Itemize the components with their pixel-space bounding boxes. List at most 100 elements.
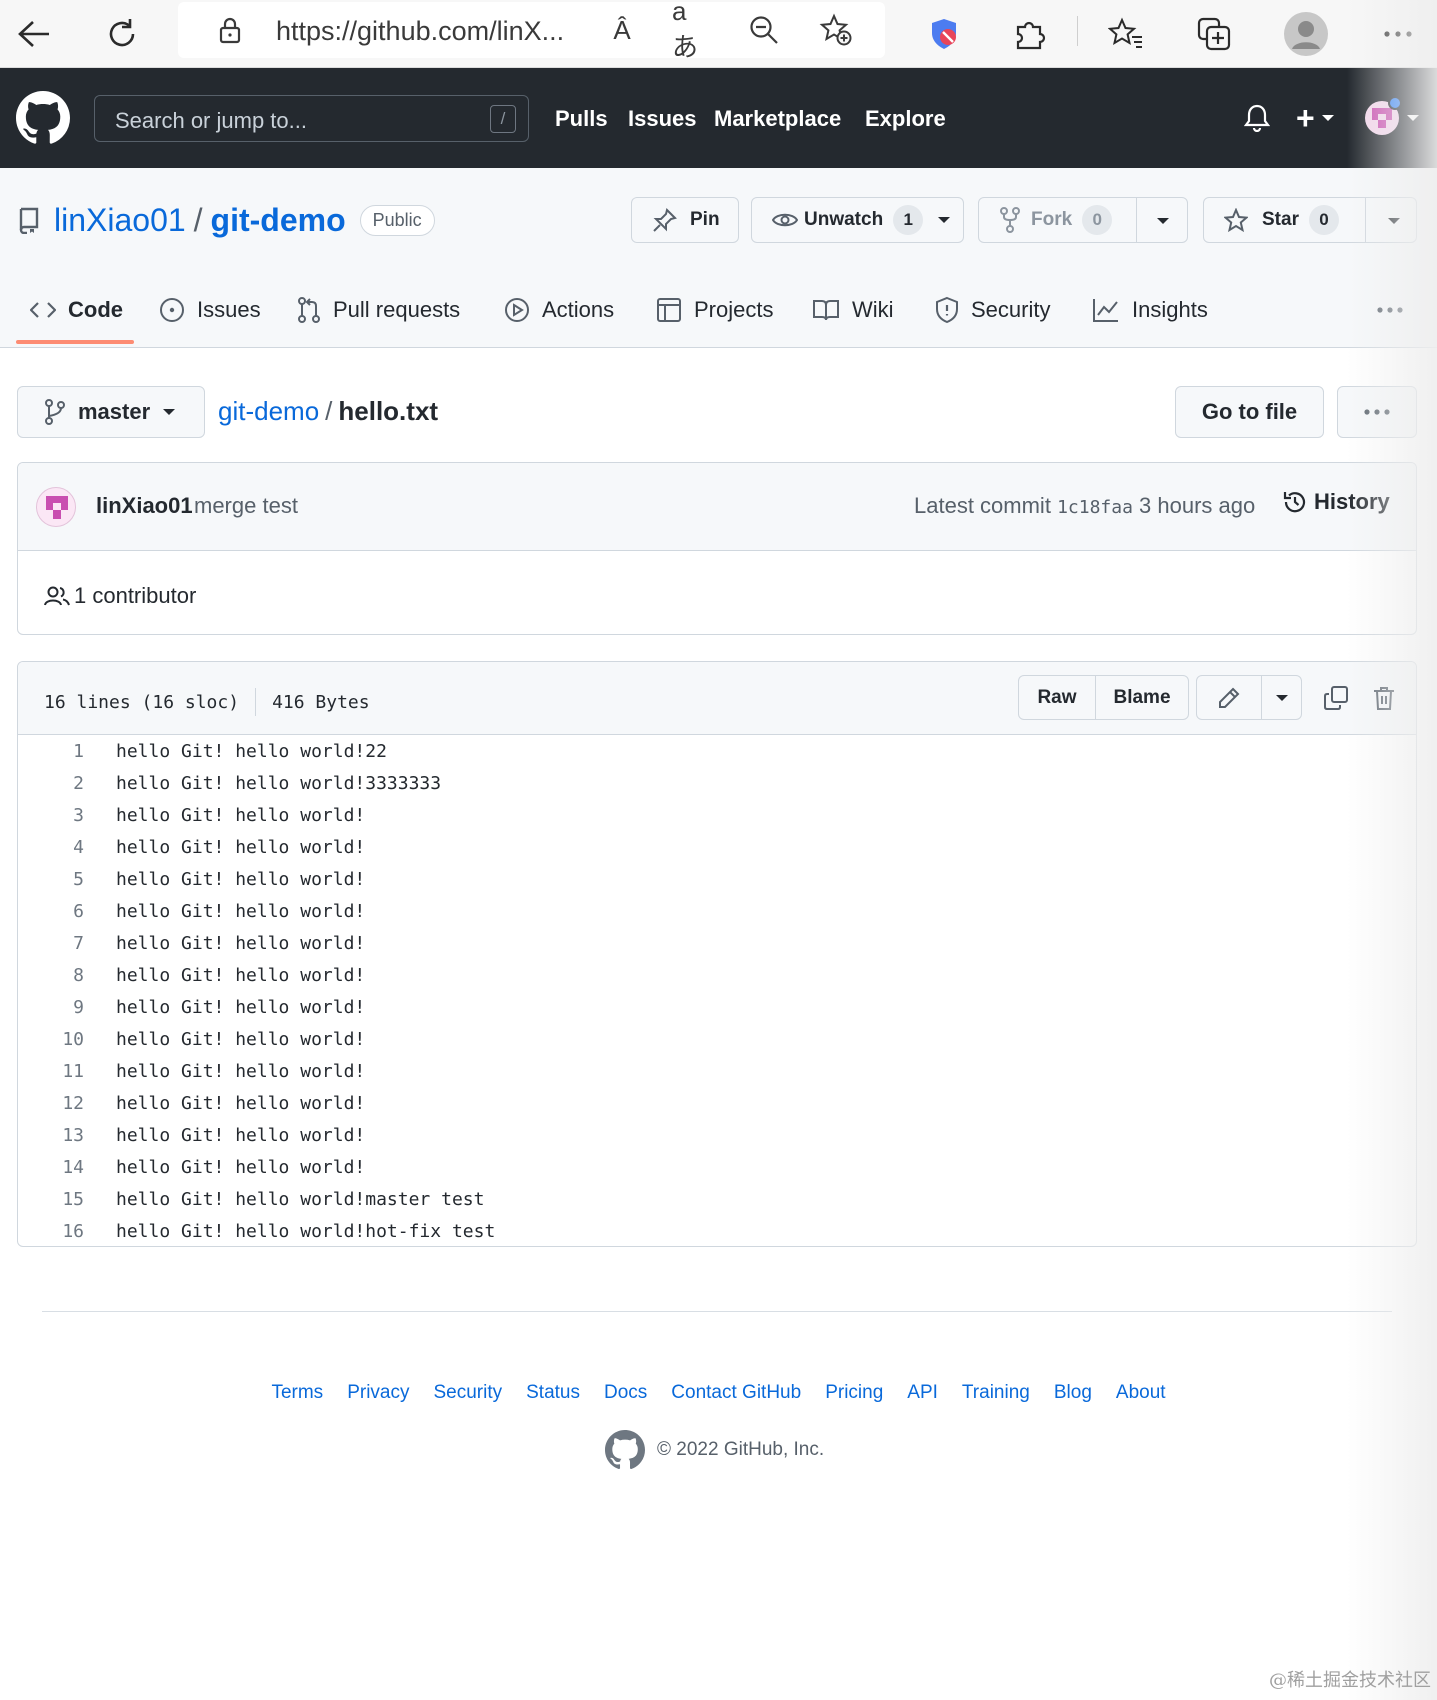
footer-link-blog[interactable]: Blog [1054, 1382, 1092, 1404]
line-number[interactable]: 8 [18, 965, 84, 986]
star-button[interactable]: Star 0 [1203, 197, 1417, 243]
tab-wiki[interactable]: Wiki [812, 272, 894, 348]
edit-file-button[interactable] [1197, 676, 1261, 719]
collections-icon[interactable] [1188, 8, 1240, 60]
line-number[interactable]: 5 [18, 869, 84, 890]
nav-marketplace[interactable]: Marketplace [714, 106, 841, 132]
footer-link-pricing[interactable]: Pricing [825, 1382, 883, 1404]
footer-link-docs[interactable]: Docs [604, 1382, 647, 1404]
line-number[interactable]: 3 [18, 805, 84, 826]
pin-button[interactable]: Pin [631, 197, 739, 243]
code-line: 2 hello Git! hello world!3333333 [18, 767, 1416, 799]
go-to-file-button[interactable]: Go to file [1175, 386, 1324, 438]
read-aloud-icon[interactable]: Â [602, 12, 642, 48]
extension-shield-icon[interactable] [918, 8, 970, 60]
fork-button[interactable]: Fork 0 [978, 197, 1188, 243]
tab-issues[interactable]: Issues [159, 272, 261, 348]
tab-pull-requests[interactable]: Pull requests [297, 272, 460, 348]
user-avatar-menu[interactable] [1364, 96, 1420, 140]
back-icon[interactable] [8, 8, 60, 60]
author-avatar[interactable] [36, 487, 76, 527]
file-header: 16 lines (16 sloc) 416 Bytes Raw Blame [18, 662, 1416, 735]
line-content: hello Git! hello world!hot-fix test [116, 1220, 496, 1242]
commit-author-link[interactable]: linXiao01 [96, 493, 193, 519]
lock-icon[interactable] [210, 12, 250, 48]
address-bar[interactable]: https://github.com/linX... Â aあ [178, 0, 885, 62]
line-number[interactable]: 2 [18, 773, 84, 794]
tabs-overflow-menu[interactable] [1376, 272, 1416, 348]
notifications-bell-icon[interactable] [1244, 96, 1270, 140]
line-number[interactable]: 11 [18, 1061, 84, 1082]
commit-message-link[interactable]: merge test [194, 493, 298, 519]
zoom-out-icon[interactable] [744, 12, 784, 48]
line-number[interactable]: 6 [18, 901, 84, 922]
search-input[interactable]: Search or jump to... / [94, 95, 529, 142]
footer-link-training[interactable]: Training [962, 1382, 1030, 1404]
delete-file-button[interactable] [1364, 678, 1404, 718]
code-line: 15 hello Git! hello world!master test [18, 1183, 1416, 1215]
tab-actions[interactable]: Actions [504, 272, 614, 348]
line-number[interactable]: 13 [18, 1125, 84, 1146]
line-number[interactable]: 4 [18, 837, 84, 858]
favorites-icon[interactable] [1100, 8, 1152, 60]
code-line: 7 hello Git! hello world! [18, 927, 1416, 959]
history-button[interactable]: History [1282, 489, 1390, 515]
line-number[interactable]: 12 [18, 1093, 84, 1114]
footer-link-about[interactable]: About [1116, 1382, 1166, 1404]
footer-link-api[interactable]: API [907, 1382, 938, 1404]
line-number[interactable]: 1 [18, 741, 84, 762]
visibility-badge: Public [359, 204, 435, 236]
line-number[interactable]: 9 [18, 997, 84, 1018]
blame-button[interactable]: Blame [1095, 676, 1188, 719]
add-favorite-icon[interactable] [816, 12, 856, 48]
copy-button[interactable] [1316, 678, 1356, 718]
footer-link-terms[interactable]: Terms [271, 1382, 323, 1404]
toolbar-divider [1077, 16, 1078, 46]
repo-owner-link[interactable]: linXiao01 [54, 202, 186, 239]
branch-selector[interactable]: master [17, 386, 205, 438]
line-number[interactable]: 10 [18, 1029, 84, 1050]
tab-projects[interactable]: Projects [656, 272, 773, 348]
create-new-menu[interactable]: + [1296, 96, 1335, 140]
line-number[interactable]: 7 [18, 933, 84, 954]
github-logo-icon[interactable] [16, 91, 70, 145]
tab-code[interactable]: Code [30, 272, 123, 348]
line-number[interactable]: 14 [18, 1157, 84, 1178]
tab-wiki-label: Wiki [852, 297, 894, 322]
raw-button[interactable]: Raw [1019, 676, 1095, 719]
file-info: 16 lines (16 sloc) 416 Bytes [44, 688, 370, 716]
line-number[interactable]: 15 [18, 1189, 84, 1210]
people-icon [44, 586, 70, 606]
translate-icon[interactable]: aあ [672, 0, 712, 62]
line-number[interactable]: 16 [18, 1221, 84, 1242]
url-text[interactable]: https://github.com/linX... [276, 16, 564, 47]
settings-more-icon[interactable] [1372, 8, 1424, 60]
refresh-icon[interactable] [96, 8, 148, 60]
repo-title: linXiao01 / git-demo Public [18, 198, 435, 242]
unwatch-button[interactable]: Unwatch 1 [751, 197, 964, 243]
file-more-options-button[interactable] [1337, 386, 1417, 438]
github-mark-icon[interactable] [605, 1430, 645, 1470]
edit-dropdown-button[interactable] [1261, 676, 1301, 719]
active-tab-indicator [16, 340, 134, 344]
nav-pulls[interactable]: Pulls [555, 106, 608, 132]
repo-name-link[interactable]: git-demo [211, 202, 346, 239]
commit-time: 3 hours ago [1139, 493, 1256, 518]
caret-down-icon[interactable] [1156, 216, 1170, 226]
footer-link-security[interactable]: Security [433, 1382, 502, 1404]
footer-link-status[interactable]: Status [526, 1382, 580, 1404]
nav-explore[interactable]: Explore [865, 106, 946, 132]
extensions-puzzle-icon[interactable] [1004, 8, 1056, 60]
footer-link-privacy[interactable]: Privacy [347, 1382, 409, 1404]
nav-issues[interactable]: Issues [628, 106, 697, 132]
tab-security[interactable]: Security [935, 272, 1050, 348]
pin-label: Pin [690, 209, 720, 230]
footer-link-contact[interactable]: Contact GitHub [671, 1382, 801, 1404]
tab-insights[interactable]: Insights [1092, 272, 1208, 348]
commit-sha-link[interactable]: 1c18faa [1057, 497, 1133, 518]
caret-down-icon[interactable] [1387, 216, 1401, 226]
graph-icon [1093, 299, 1118, 322]
profile-avatar-icon[interactable] [1280, 8, 1332, 60]
contributors-link[interactable]: 1 contributor [44, 583, 196, 609]
breadcrumb-repo-link[interactable]: git-demo [218, 396, 319, 426]
